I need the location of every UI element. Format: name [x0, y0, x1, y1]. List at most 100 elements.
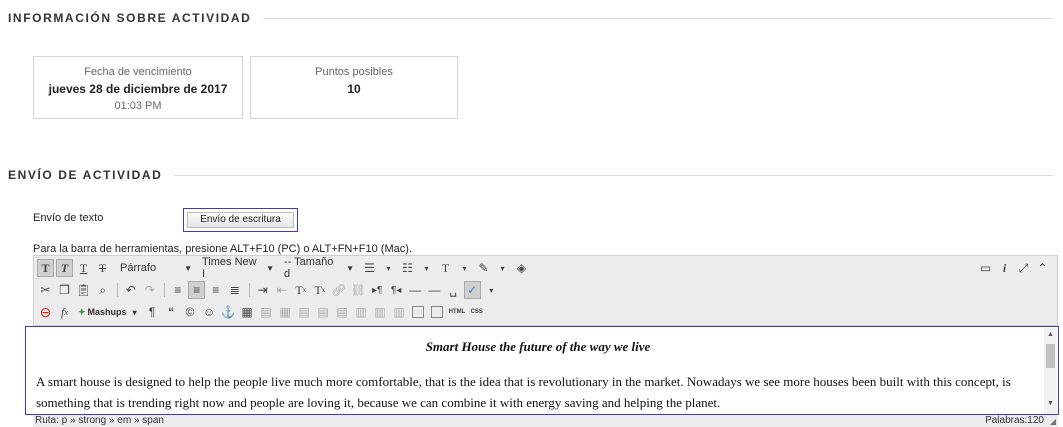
points-label: Puntos posibles	[315, 66, 393, 78]
add-content-icon[interactable]: ⊖	[37, 303, 54, 321]
activity-info-title: INFORMACIÓN SOBRE ACTIVIDAD	[8, 11, 252, 25]
font-family-select[interactable]: Times New I ▼	[199, 256, 277, 280]
superscript-icon[interactable]: Tx	[292, 281, 309, 299]
unlink-icon[interactable]: ⛓	[349, 281, 366, 299]
redo-icon[interactable]: ↷	[141, 281, 158, 299]
table-row-props-icon[interactable]: ▤	[258, 303, 275, 321]
editor-content[interactable]: Smart House the future of the way we liv…	[36, 327, 1040, 413]
nonbreaking-space-icon[interactable]: ␣	[445, 281, 462, 299]
preview-icon[interactable]: ▭	[977, 259, 994, 277]
due-date-label: Fecha de vencimiento	[84, 66, 192, 78]
editor-scrollbar[interactable]: ▲ ▼	[1044, 328, 1057, 414]
split-cells-icon[interactable]	[429, 303, 446, 321]
css-button[interactable]: CSS	[468, 303, 485, 321]
scroll-up-icon[interactable]: ▲	[1047, 331, 1054, 338]
font-size-select[interactable]: -- Tamaño d ▼	[281, 256, 357, 280]
paste-icon[interactable]: 📋︎	[75, 281, 92, 299]
horizontal-rule-icon[interactable]: —	[407, 281, 424, 299]
insert-col-after-icon[interactable]: ▥	[372, 303, 389, 321]
paragraph-format-value: Párrafo	[120, 262, 157, 274]
link-icon[interactable]: 🔗︎	[330, 281, 347, 299]
scrollbar-thumb[interactable]	[1046, 344, 1055, 368]
chevron-down-icon[interactable]: ▾	[483, 281, 500, 299]
highlight-pen-icon[interactable]: ✎	[475, 259, 492, 277]
square-shape	[412, 306, 425, 318]
emoticon-icon[interactable]: ☺	[201, 303, 218, 321]
due-date-value: jueves 28 de diciembre de 2017	[48, 82, 228, 96]
text-submission-label: Envío de texto	[33, 212, 104, 224]
table-icon[interactable]: ▦	[239, 303, 256, 321]
align-left-icon[interactable]: ≡	[169, 281, 186, 299]
info-icon[interactable]: i	[996, 259, 1013, 277]
section-divider	[263, 17, 1054, 19]
text-color-icon[interactable]: T	[437, 259, 454, 277]
element-path: Ruta: p » strong » em » span	[35, 415, 164, 426]
submission-title: ENVÍO DE ACTIVIDAD	[8, 168, 163, 182]
ltr-direction-icon[interactable]: ▸¶	[369, 281, 386, 299]
fullscreen-icon[interactable]: ⤢	[1015, 259, 1032, 277]
toolbar-hint: Para la barra de herramientas, presione …	[33, 243, 412, 255]
table-cell-props-icon[interactable]: ▦	[277, 303, 294, 321]
align-right-icon[interactable]: ≡	[207, 281, 224, 299]
spellcheck-icon[interactable]: ✓	[463, 281, 481, 299]
bullet-list-icon[interactable]: ☰	[361, 259, 378, 277]
blockquote-icon[interactable]: “	[163, 303, 180, 321]
html-label: HTML	[448, 309, 466, 315]
anchor-icon[interactable]: ⚓	[220, 303, 237, 321]
formula-icon[interactable]: fx	[56, 303, 73, 321]
essay-paragraph: A smart house is designed to help the pe…	[36, 374, 1011, 410]
toolbar-separator	[117, 283, 119, 297]
resize-grip-icon[interactable]: ◢	[1050, 417, 1056, 426]
write-submission-label: Envío de escritura	[187, 212, 294, 228]
html-source-button[interactable]: HTML	[448, 303, 467, 321]
submission-heading: ENVÍO DE ACTIVIDAD	[8, 168, 1055, 182]
chevron-down-icon: ▼	[266, 263, 274, 273]
insert-col-before-icon[interactable]: ▥	[353, 303, 370, 321]
merge-cells-icon[interactable]	[410, 303, 427, 321]
chevron-down-icon[interactable]: ▾	[456, 259, 473, 277]
indent-icon[interactable]: ⇥	[254, 281, 271, 299]
scroll-down-icon[interactable]: ▼	[1047, 400, 1054, 407]
delete-col-icon[interactable]: ▥	[391, 303, 408, 321]
due-time-value: 01:03 PM	[114, 100, 162, 112]
toolbar-separator	[249, 283, 251, 297]
underline-icon[interactable]: T	[75, 259, 92, 277]
insert-row-after-icon[interactable]: ▤	[315, 303, 332, 321]
rtl-direction-icon[interactable]: ¶◂	[388, 281, 405, 299]
points-card: Puntos posibles 10	[250, 56, 458, 119]
outdent-icon[interactable]: ⇤	[273, 281, 290, 299]
em-dash-icon[interactable]: —	[426, 281, 443, 299]
insert-row-before-icon[interactable]: ▤	[296, 303, 313, 321]
chevron-down-icon[interactable]: ▾	[380, 259, 397, 277]
editor-toolbar: T T T T Párrafo ▼ Times New I ▼ -- Tamañ…	[33, 255, 1058, 326]
write-submission-button[interactable]: Envío de escritura	[183, 208, 298, 232]
subscript-icon[interactable]: Tx	[311, 281, 328, 299]
chevron-down-icon: ▾	[132, 307, 137, 317]
mashups-select[interactable]: ✦ Mashups ▾	[75, 303, 140, 321]
copyright-icon[interactable]: ©	[182, 303, 199, 321]
rich-text-editor[interactable]: Smart House the future of the way we liv…	[25, 326, 1059, 415]
chevron-down-icon: ▼	[346, 263, 354, 273]
find-icon[interactable]: ⌕	[94, 281, 111, 299]
justify-icon[interactable]: ≣	[226, 281, 243, 299]
chevron-down-icon[interactable]: ▾	[418, 259, 435, 277]
paragraph-mark-icon[interactable]: ¶	[144, 303, 161, 321]
eraser-icon[interactable]: ◈	[513, 259, 530, 277]
font-family-value: Times New I	[202, 256, 257, 280]
font-size-value: -- Tamaño d	[284, 256, 334, 280]
numbered-list-icon[interactable]: ☷	[399, 259, 416, 277]
chevron-down-icon[interactable]: ▾	[494, 259, 511, 277]
italic-icon[interactable]: T	[56, 259, 73, 277]
copy-icon[interactable]: ❐	[56, 281, 73, 299]
cut-icon[interactable]: ✂	[37, 281, 54, 299]
align-center-icon[interactable]: ≡	[188, 281, 206, 299]
css-label: CSS	[470, 309, 483, 315]
bold-text-style-icon[interactable]: T	[37, 259, 54, 277]
strikethrough-icon[interactable]: T	[94, 259, 111, 277]
collapse-toolbar-icon[interactable]: ⌃	[1034, 259, 1051, 277]
undo-icon[interactable]: ↶	[122, 281, 139, 299]
essay-heading: Smart House the future of the way we liv…	[425, 339, 651, 354]
section-divider	[174, 174, 1055, 176]
delete-row-icon[interactable]: ▤	[334, 303, 351, 321]
paragraph-format-select[interactable]: Párrafo ▼	[117, 259, 195, 277]
